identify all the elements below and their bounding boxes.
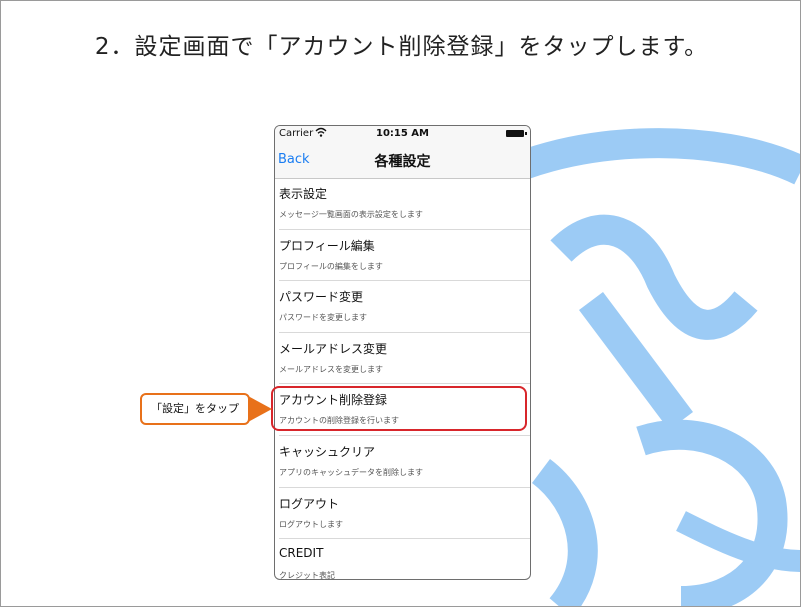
phone-screen: Carrier 10:15 AM Back 各種設定 表示設定 メッセージ一覧画…: [274, 125, 531, 580]
navigation-bar: Back 各種設定: [275, 142, 530, 179]
row-subtitle: メールアドレスを変更します: [279, 364, 383, 374]
row-subtitle: メッセージ一覧画面の表示設定をします: [279, 210, 423, 219]
settings-row-logout[interactable]: ログアウト ログアウトします: [279, 488, 530, 540]
battery-icon: [506, 130, 527, 137]
row-title: ログアウト: [279, 496, 340, 511]
settings-row-email[interactable]: メールアドレス変更 メールアドレスを変更します: [279, 333, 530, 385]
tap-callout: 「設定」をタップ: [140, 393, 250, 425]
row-title: メールアドレス変更: [279, 341, 388, 356]
nav-title: 各種設定: [374, 154, 431, 170]
status-bar: Carrier 10:15 AM: [275, 126, 530, 142]
row-title: プロフィール編集: [279, 238, 375, 253]
highlight-frame: [271, 386, 527, 431]
row-subtitle: アプリのキャッシュデータを削除します: [279, 467, 423, 477]
row-title: 表示設定: [279, 187, 328, 201]
callout-arrow-icon: [248, 396, 272, 422]
settings-list: 表示設定 メッセージ一覧画面の表示設定をします プロフィール編集 プロフィールの…: [275, 178, 530, 580]
settings-row-credit[interactable]: CREDIT クレジット表記: [279, 539, 530, 580]
row-title: キャッシュクリア: [279, 444, 376, 459]
row-subtitle: プロフィールの編集をします: [279, 261, 383, 271]
settings-row-display[interactable]: 表示設定 メッセージ一覧画面の表示設定をします: [279, 178, 530, 230]
settings-row-cache-clear[interactable]: キャッシュクリア アプリのキャッシュデータを削除します: [279, 436, 530, 488]
settings-row-profile[interactable]: プロフィール編集 プロフィールの編集をします: [279, 230, 530, 282]
row-subtitle: パスワードを変更します: [279, 313, 367, 323]
row-subtitle: ログアウトします: [279, 519, 343, 529]
slide-title: 2．設定画面で「アカウント削除登録」をタップします。: [94, 34, 709, 60]
row-title: パスワード変更: [279, 290, 364, 305]
clock: 10:15 AM: [375, 128, 429, 139]
row-subtitle: クレジット表記: [279, 571, 335, 580]
settings-row-password[interactable]: パスワード変更 パスワードを変更します: [279, 281, 530, 333]
row-title: CREDIT: [279, 546, 324, 561]
slide: 2．設定画面で「アカウント削除登録」をタップします。 Carrier 10:15…: [0, 0, 801, 607]
